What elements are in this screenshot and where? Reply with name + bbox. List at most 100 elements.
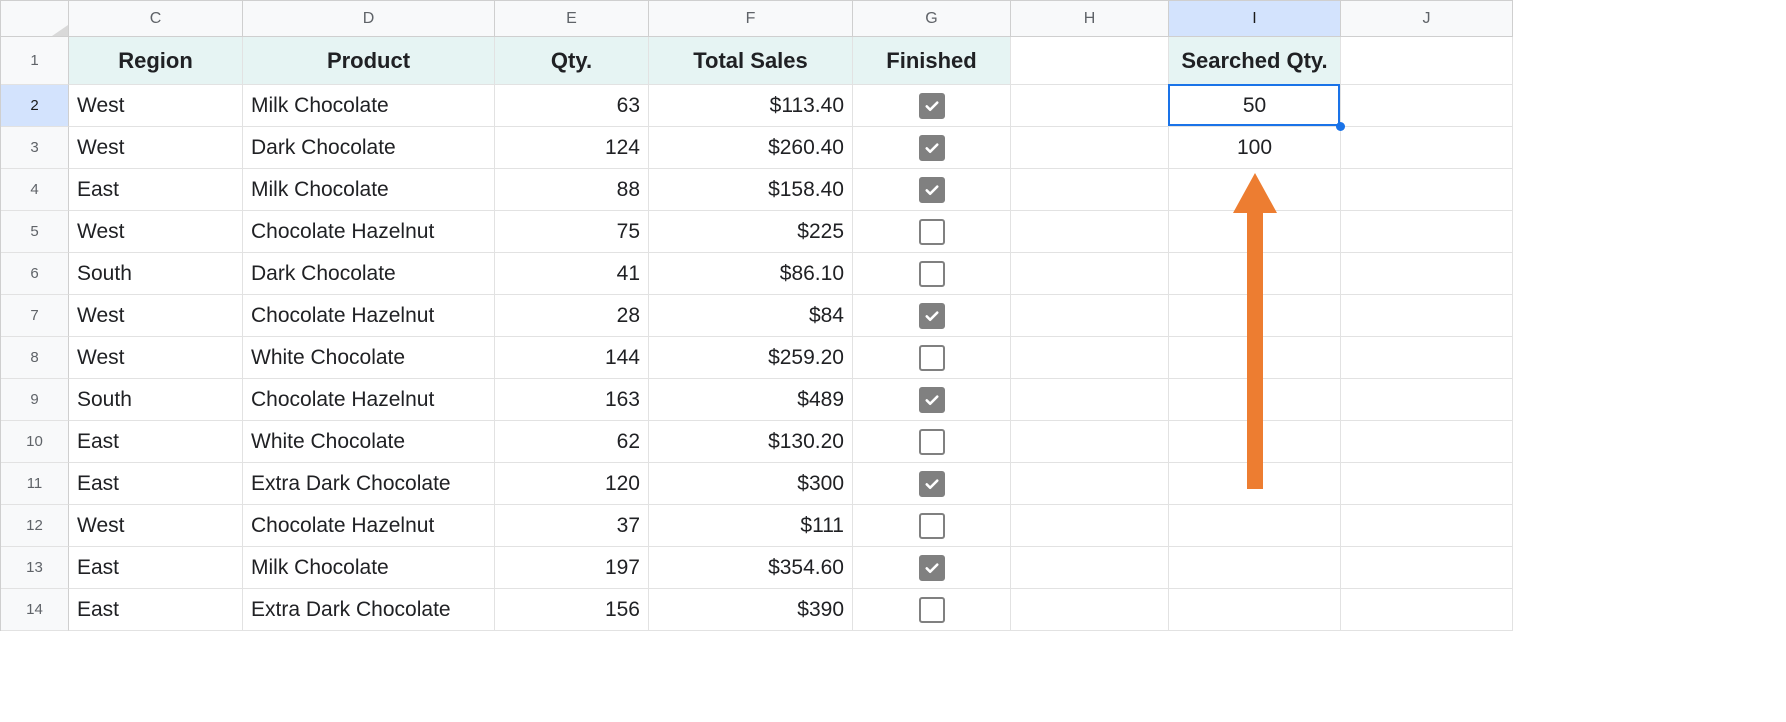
cell-qty[interactable]: 28 [495, 295, 649, 337]
cell-finished[interactable] [853, 211, 1011, 253]
cell-total-sales[interactable]: $113.40 [649, 85, 853, 127]
column-header-G[interactable]: G [853, 1, 1011, 37]
cell-empty[interactable] [1341, 337, 1513, 379]
header-cell-G[interactable]: Finished [853, 37, 1011, 85]
cell-empty[interactable] [1011, 295, 1169, 337]
cell-searched-qty[interactable] [1169, 253, 1341, 295]
cell-qty[interactable]: 197 [495, 547, 649, 589]
cell-total-sales[interactable]: $259.20 [649, 337, 853, 379]
cell-searched-qty[interactable] [1169, 589, 1341, 631]
cell-finished[interactable] [853, 253, 1011, 295]
cell-searched-qty[interactable] [1169, 421, 1341, 463]
cell-empty[interactable] [1011, 379, 1169, 421]
checkbox-icon[interactable] [919, 429, 945, 455]
cell-empty[interactable] [1011, 169, 1169, 211]
cell-empty[interactable] [1011, 37, 1169, 85]
row-header-8[interactable]: 8 [1, 337, 69, 379]
checkbox-icon[interactable] [919, 597, 945, 623]
cell-empty[interactable] [1341, 253, 1513, 295]
row-header-14[interactable]: 14 [1, 589, 69, 631]
row-header-2[interactable]: 2 [1, 85, 69, 127]
checkbox-icon[interactable] [919, 93, 945, 119]
cell-qty[interactable]: 124 [495, 127, 649, 169]
cell-finished[interactable] [853, 85, 1011, 127]
cell-total-sales[interactable]: $225 [649, 211, 853, 253]
cell-product[interactable]: Milk Chocolate [243, 169, 495, 211]
cell-empty[interactable] [1011, 421, 1169, 463]
cell-searched-qty[interactable] [1169, 379, 1341, 421]
cell-searched-qty[interactable]: 50 [1169, 85, 1341, 127]
cell-product[interactable]: Dark Chocolate [243, 127, 495, 169]
cell-finished[interactable] [853, 505, 1011, 547]
cell-total-sales[interactable]: $158.40 [649, 169, 853, 211]
row-header-1[interactable]: 1 [1, 37, 69, 85]
cell-finished[interactable] [853, 547, 1011, 589]
cell-region[interactable]: West [69, 505, 243, 547]
cell-empty[interactable] [1011, 463, 1169, 505]
cell-total-sales[interactable]: $130.20 [649, 421, 853, 463]
cell-finished[interactable] [853, 127, 1011, 169]
cell-region[interactable]: East [69, 421, 243, 463]
cell-total-sales[interactable]: $84 [649, 295, 853, 337]
cell-product[interactable]: White Chocolate [243, 421, 495, 463]
cell-empty[interactable] [1011, 211, 1169, 253]
header-cell-F[interactable]: Total Sales [649, 37, 853, 85]
cell-qty[interactable]: 120 [495, 463, 649, 505]
cell-empty[interactable] [1341, 505, 1513, 547]
cell-qty[interactable]: 62 [495, 421, 649, 463]
cell-region[interactable]: West [69, 85, 243, 127]
column-header-I[interactable]: I [1169, 1, 1341, 37]
select-all-corner[interactable] [1, 1, 69, 37]
cell-region[interactable]: West [69, 337, 243, 379]
row-header-4[interactable]: 4 [1, 169, 69, 211]
checkbox-icon[interactable] [919, 177, 945, 203]
cell-finished[interactable] [853, 379, 1011, 421]
cell-total-sales[interactable]: $111 [649, 505, 853, 547]
cell-region[interactable]: East [69, 463, 243, 505]
cell-searched-qty[interactable] [1169, 337, 1341, 379]
checkbox-icon[interactable] [919, 261, 945, 287]
cell-searched-qty[interactable] [1169, 211, 1341, 253]
cell-product[interactable]: Chocolate Hazelnut [243, 211, 495, 253]
cell-product[interactable]: Extra Dark Chocolate [243, 589, 495, 631]
row-header-13[interactable]: 13 [1, 547, 69, 589]
cell-empty[interactable] [1341, 211, 1513, 253]
cell-empty[interactable] [1011, 505, 1169, 547]
cell-empty[interactable] [1011, 85, 1169, 127]
cell-searched-qty[interactable]: 100 [1169, 127, 1341, 169]
cell-product[interactable]: Chocolate Hazelnut [243, 505, 495, 547]
checkbox-icon[interactable] [919, 513, 945, 539]
cell-region[interactable]: East [69, 589, 243, 631]
cell-region[interactable]: South [69, 253, 243, 295]
cell-total-sales[interactable]: $300 [649, 463, 853, 505]
cell-product[interactable]: White Chocolate [243, 337, 495, 379]
cell-finished[interactable] [853, 463, 1011, 505]
cell-product[interactable]: Dark Chocolate [243, 253, 495, 295]
cell-qty[interactable]: 156 [495, 589, 649, 631]
row-header-11[interactable]: 11 [1, 463, 69, 505]
column-header-H[interactable]: H [1011, 1, 1169, 37]
cell-product[interactable]: Milk Chocolate [243, 547, 495, 589]
cell-qty[interactable]: 41 [495, 253, 649, 295]
cell-finished[interactable] [853, 337, 1011, 379]
checkbox-icon[interactable] [919, 345, 945, 371]
spreadsheet-grid[interactable]: CDEFGHIJ1RegionProductQty.Total SalesFin… [0, 0, 1513, 631]
fill-handle[interactable] [1336, 122, 1345, 131]
cell-total-sales[interactable]: $390 [649, 589, 853, 631]
cell-product[interactable]: Chocolate Hazelnut [243, 295, 495, 337]
cell-searched-qty[interactable] [1169, 505, 1341, 547]
column-header-F[interactable]: F [649, 1, 853, 37]
cell-empty[interactable] [1011, 253, 1169, 295]
cell-empty[interactable] [1341, 169, 1513, 211]
cell-qty[interactable]: 88 [495, 169, 649, 211]
cell-empty[interactable] [1011, 127, 1169, 169]
cell-finished[interactable] [853, 295, 1011, 337]
cell-qty[interactable]: 163 [495, 379, 649, 421]
cell-empty[interactable] [1341, 379, 1513, 421]
cell-finished[interactable] [853, 589, 1011, 631]
checkbox-icon[interactable] [919, 219, 945, 245]
row-header-7[interactable]: 7 [1, 295, 69, 337]
cell-product[interactable]: Milk Chocolate [243, 85, 495, 127]
header-cell-C[interactable]: Region [69, 37, 243, 85]
column-header-E[interactable]: E [495, 1, 649, 37]
